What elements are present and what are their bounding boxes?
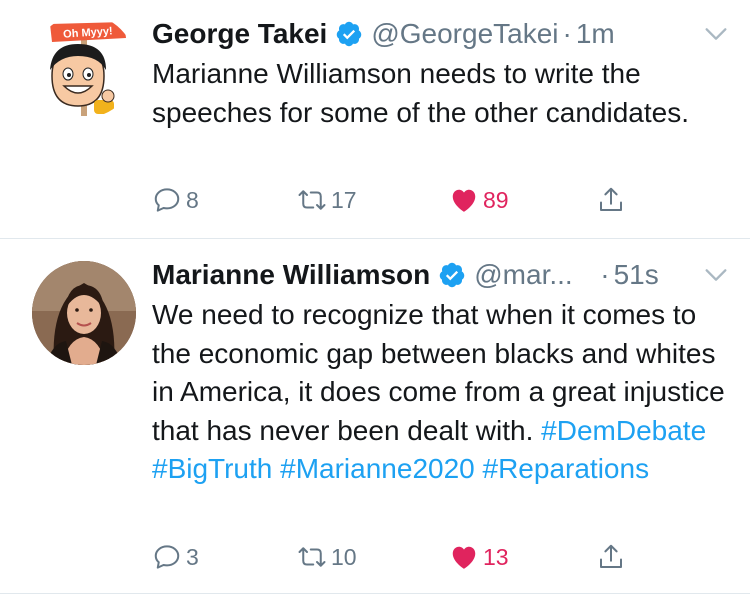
tweet-header: George Takei @GeorgeTakei · 1m (152, 14, 730, 54)
tweet-actions: 3 10 13 (152, 539, 652, 575)
retweet-icon (298, 190, 326, 210)
share-button[interactable] (596, 182, 626, 218)
tweet-body: Marianne Williamson needs to write the s… (152, 58, 689, 128)
avatar-marianne-williamson[interactable] (32, 261, 136, 365)
share-icon (600, 187, 622, 211)
profile-photo-image (32, 261, 136, 365)
tweet-time[interactable]: 51s (614, 259, 659, 291)
verified-badge-icon (335, 20, 363, 48)
retweet-count: 17 (331, 186, 357, 213)
cartoon-avatar-image: Oh Myyy! (50, 22, 126, 116)
tweet-george-takei[interactable]: Oh Myyy! George Takei @GeorgeTakei · 1m … (0, 0, 750, 238)
separator-dot: · (562, 18, 572, 49)
reply-button[interactable]: 8 (152, 182, 199, 218)
verified-badge-icon (438, 261, 466, 289)
tweet-text: Marianne Williamson needs to write the s… (152, 55, 726, 132)
author-handle[interactable]: @mar... (474, 259, 596, 291)
like-count: 13 (483, 543, 509, 570)
tweet-marianne-williamson[interactable]: Marianne Williamson @mar... · 51s We nee… (0, 239, 750, 596)
retweet-button[interactable]: 17 (297, 182, 357, 218)
hashtag-link[interactable]: #Reparations (483, 453, 650, 484)
tweet-actions: 8 17 89 (152, 182, 652, 218)
share-icon (600, 544, 622, 568)
chevron-down-icon[interactable] (702, 20, 730, 48)
hashtag-link[interactable]: #BigTruth (152, 453, 272, 484)
tweet-header: Marianne Williamson @mar... · 51s (152, 255, 730, 295)
reply-icon (154, 188, 180, 212)
tweet-text: We need to recognize that when it comes … (152, 296, 726, 489)
author-handle[interactable]: @GeorgeTakei (371, 18, 558, 50)
like-button[interactable]: 89 (449, 182, 509, 218)
tweet-time[interactable]: 1m (576, 18, 615, 50)
like-button[interactable]: 13 (449, 539, 509, 575)
chevron-down-icon[interactable] (702, 261, 730, 289)
hashtag-link[interactable]: #DemDebate (541, 415, 706, 446)
hashtag-link[interactable]: #Marianne2020 (280, 453, 475, 484)
author-name[interactable]: George Takei (152, 18, 327, 50)
tweet-divider (0, 593, 750, 594)
reply-icon (154, 545, 180, 569)
like-count: 89 (483, 186, 509, 213)
reply-count: 8 (186, 186, 199, 213)
avatar-george-takei[interactable]: Oh Myyy! (32, 14, 136, 118)
share-button[interactable] (596, 539, 626, 575)
reply-button[interactable]: 3 (152, 539, 199, 575)
retweet-count: 10 (331, 543, 357, 570)
heart-icon (452, 546, 476, 569)
reply-count: 3 (186, 543, 199, 570)
retweet-button[interactable]: 10 (297, 539, 357, 575)
retweet-icon (298, 547, 326, 567)
author-name[interactable]: Marianne Williamson (152, 259, 430, 291)
heart-icon (452, 189, 476, 212)
separator-dot: · (600, 259, 610, 290)
